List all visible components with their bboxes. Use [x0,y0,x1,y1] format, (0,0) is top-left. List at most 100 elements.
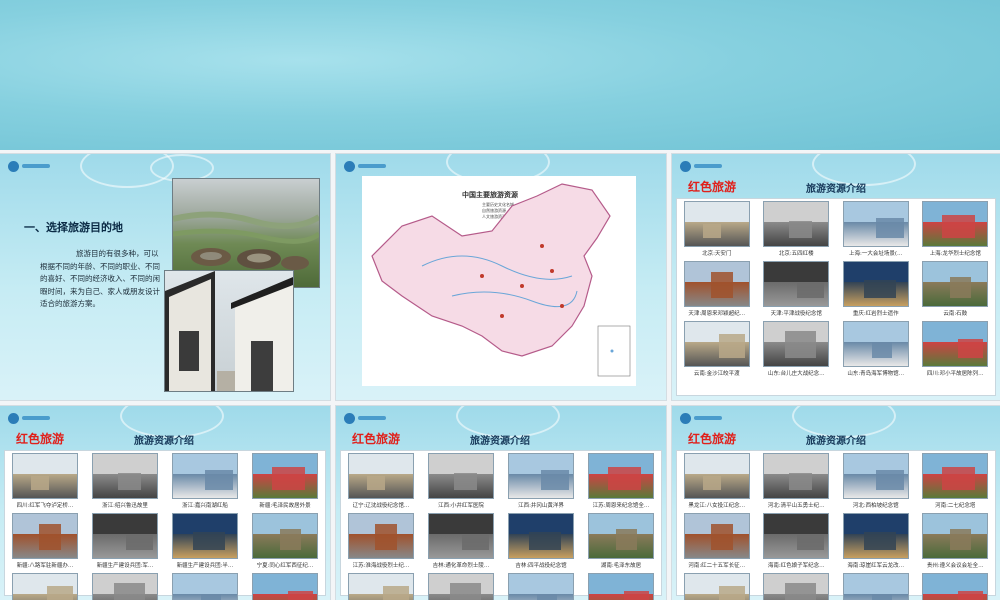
section-subtitle: 旅游资源介绍 [470,436,530,447]
landmark-photo [922,321,989,367]
landmark-photo [12,513,78,559]
landmark-photo [172,573,238,600]
section-title-red: 红色旅游 [688,180,737,194]
photo-card [583,573,659,600]
slide-4-thumbnail[interactable]: 红色旅游 旅游资源介绍 四川:红军飞夺泸定桥… 浙江:绍兴鲁迅故里 浙江:嘉兴南湖红… [0,406,330,600]
photo-card: 重庆:红岩烈士遗作 [838,261,914,317]
landmark-photo [763,513,830,559]
brand-logo [344,412,388,424]
section-title-red: 红色旅游 [688,432,737,446]
photo-card: 云南:石鼓 [918,261,994,317]
landmark-photo [683,513,750,559]
photo-card: 天津:周恩来邓颖超纪… [679,261,755,317]
photo-card [343,573,419,600]
slide-5-thumbnail[interactable]: 红色旅游 旅游资源介绍 辽宁:辽沈战役纪念馆… 江西:小井红军医院 江西:井冈山黄洋… [336,406,666,600]
photo-card: 山东:台儿庄大战纪念… [759,321,835,377]
landmark-photo [842,201,909,247]
photo-caption: 四川:邓小平故居陈列… [926,371,984,377]
section-subtitle: 旅游资源介绍 [134,436,194,447]
photo-card: 黑龙江:八女投江纪念… [679,453,755,509]
landmark-photo [922,261,989,307]
photo-card: 新疆:八路军驻新疆办… [7,513,83,569]
photo-card: 新疆生产建设兵团:军… [87,513,163,569]
photo-caption: 浙江:绍兴鲁迅故里 [102,503,148,509]
photo-caption: 江西:井冈山黄洋界 [518,503,564,509]
landmark-photo [92,513,158,559]
landmark-photo [922,453,989,499]
photo-caption: 吉林:四平战役纪念馆 [515,563,567,569]
landmark-photo [588,453,654,499]
photo-caption: 江西:小井红军医院 [438,503,484,509]
photo-caption: 浙江:嘉兴南湖红船 [182,503,228,509]
section-title-red: 红色旅游 [352,432,401,446]
landmark-photo [92,453,158,499]
landmark-photo [252,573,318,600]
photo-caption: 辽宁:辽沈战役纪念馆… [352,503,410,509]
landmark-photo [172,453,238,499]
photo-card: 云南:金沙江皎平渡 [679,321,755,377]
photo-card: 山东:青岛海军博物馆… [838,321,914,377]
photo-caption: 吉林:通化革命烈士陵… [432,563,490,569]
photo-caption: 新疆生产建设兵团:军… [96,563,154,569]
photo-grid-panel: 北京:天安门 北京:五四红楼 上海:一大会址场景(… 上海:龙华烈士纪念馆 天津:周恩来… [676,198,996,396]
photo-card [247,573,323,600]
photo-card: 湖南:毛泽东故居 [583,513,659,569]
landmark-photo [172,513,238,559]
brand-logo [8,412,52,424]
landmark-photo [12,573,78,600]
landmark-photo [588,573,654,600]
landmark-photo [348,573,414,600]
photo-caption: 宁夏:同心红军西征纪… [256,563,314,569]
landmark-photo [508,453,574,499]
photo-caption: 北京:五四红楼 [778,251,814,257]
page-title: 一、选择旅游目的地 [24,221,123,234]
landmark-photo [683,261,750,307]
photo-caption: 海南:琼崖红军云龙改… [847,563,905,569]
photo-caption: 重庆:红岩烈士遗作 [852,311,899,317]
photo-card [423,573,499,600]
brand-logo [344,160,388,172]
photo-card: 新疆:毛泽民故居外景 [247,453,323,509]
slide-2-thumbnail[interactable]: 中国主要旅游资源 主要历史文化名城 自然旅游资源 人文旅游资源 [336,154,666,400]
photo-card: 江苏:周恩来纪念馆全… [583,453,659,509]
china-map: 中国主要旅游资源 主要历史文化名城 自然旅游资源 人文旅游资源 [362,176,636,386]
section-subtitle: 旅游资源介绍 [806,436,866,447]
photo-card: 海南:红色娘子军纪念… [759,513,835,569]
photo-caption: 山东:台儿庄大战纪念… [767,371,825,377]
landmark-photo [842,453,909,499]
photo-card: 新疆生产建设兵团:半… [167,513,243,569]
photo-caption: 贵州:遵义会议会址全… [926,563,984,569]
landmark-photo [763,321,830,367]
photo-card: 北京:天安门 [679,201,755,257]
photo-caption: 新疆:八路军驻新疆办… [16,563,74,569]
landmark-photo [508,513,574,559]
landmark-photo [763,453,830,499]
photo-card: 江西:井冈山黄洋界 [503,453,579,509]
landmark-photo [252,513,318,559]
photo-card: 海南:琼崖红军云龙改… [838,513,914,569]
slide-3-thumbnail[interactable]: 红色旅游 旅游资源介绍 北京:天安门 北京:五四红楼 上海:一大会址场景(… 上海:龙… [672,154,1000,400]
photo-caption: 山东:青岛海军博物馆… [847,371,905,377]
landmark-photo [428,453,494,499]
slide-1-thumbnail[interactable]: 一、选择旅游目的地 旅游目的有很多种，可以根据不同的年龄、不同的职业、不同的喜好… [0,154,330,400]
photo-card: 四川:红军飞夺泸定桥… [7,453,83,509]
photo-card: 河南:二七纪念塔 [918,453,994,509]
landmark-photo [842,261,909,307]
photo-caption: 河北:清平山五勇士纪… [767,503,825,509]
landmark-photo [683,573,750,600]
photo-grid-panel: 辽宁:辽沈战役纪念馆… 江西:小井红军医院 江西:井冈山黄洋界 江苏:周恩来纪念馆全…… [340,450,662,600]
top-slide[interactable] [0,0,1000,150]
photo-grid-panel: 四川:红军飞夺泸定桥… 浙江:绍兴鲁迅故里 浙江:嘉兴南湖红船 新疆:毛泽民故居外景新… [4,450,326,600]
landmark-photo [922,573,989,600]
photo-card [167,573,243,600]
landmark-photo [348,513,414,559]
slide-6-thumbnail[interactable]: 红色旅游 旅游资源介绍 黑龙江:八女投江纪念… 河北:清平山五勇士纪… 河北:西柏坡… [672,406,1000,600]
landmark-photo [12,453,78,499]
landmark-photo [922,513,989,559]
photo-card [759,573,835,600]
landmark-photo [252,453,318,499]
photo-card [679,573,755,600]
photo-card: 北京:五四红楼 [759,201,835,257]
landmark-photo [922,201,989,247]
photo-card: 浙江:嘉兴南湖红船 [167,453,243,509]
